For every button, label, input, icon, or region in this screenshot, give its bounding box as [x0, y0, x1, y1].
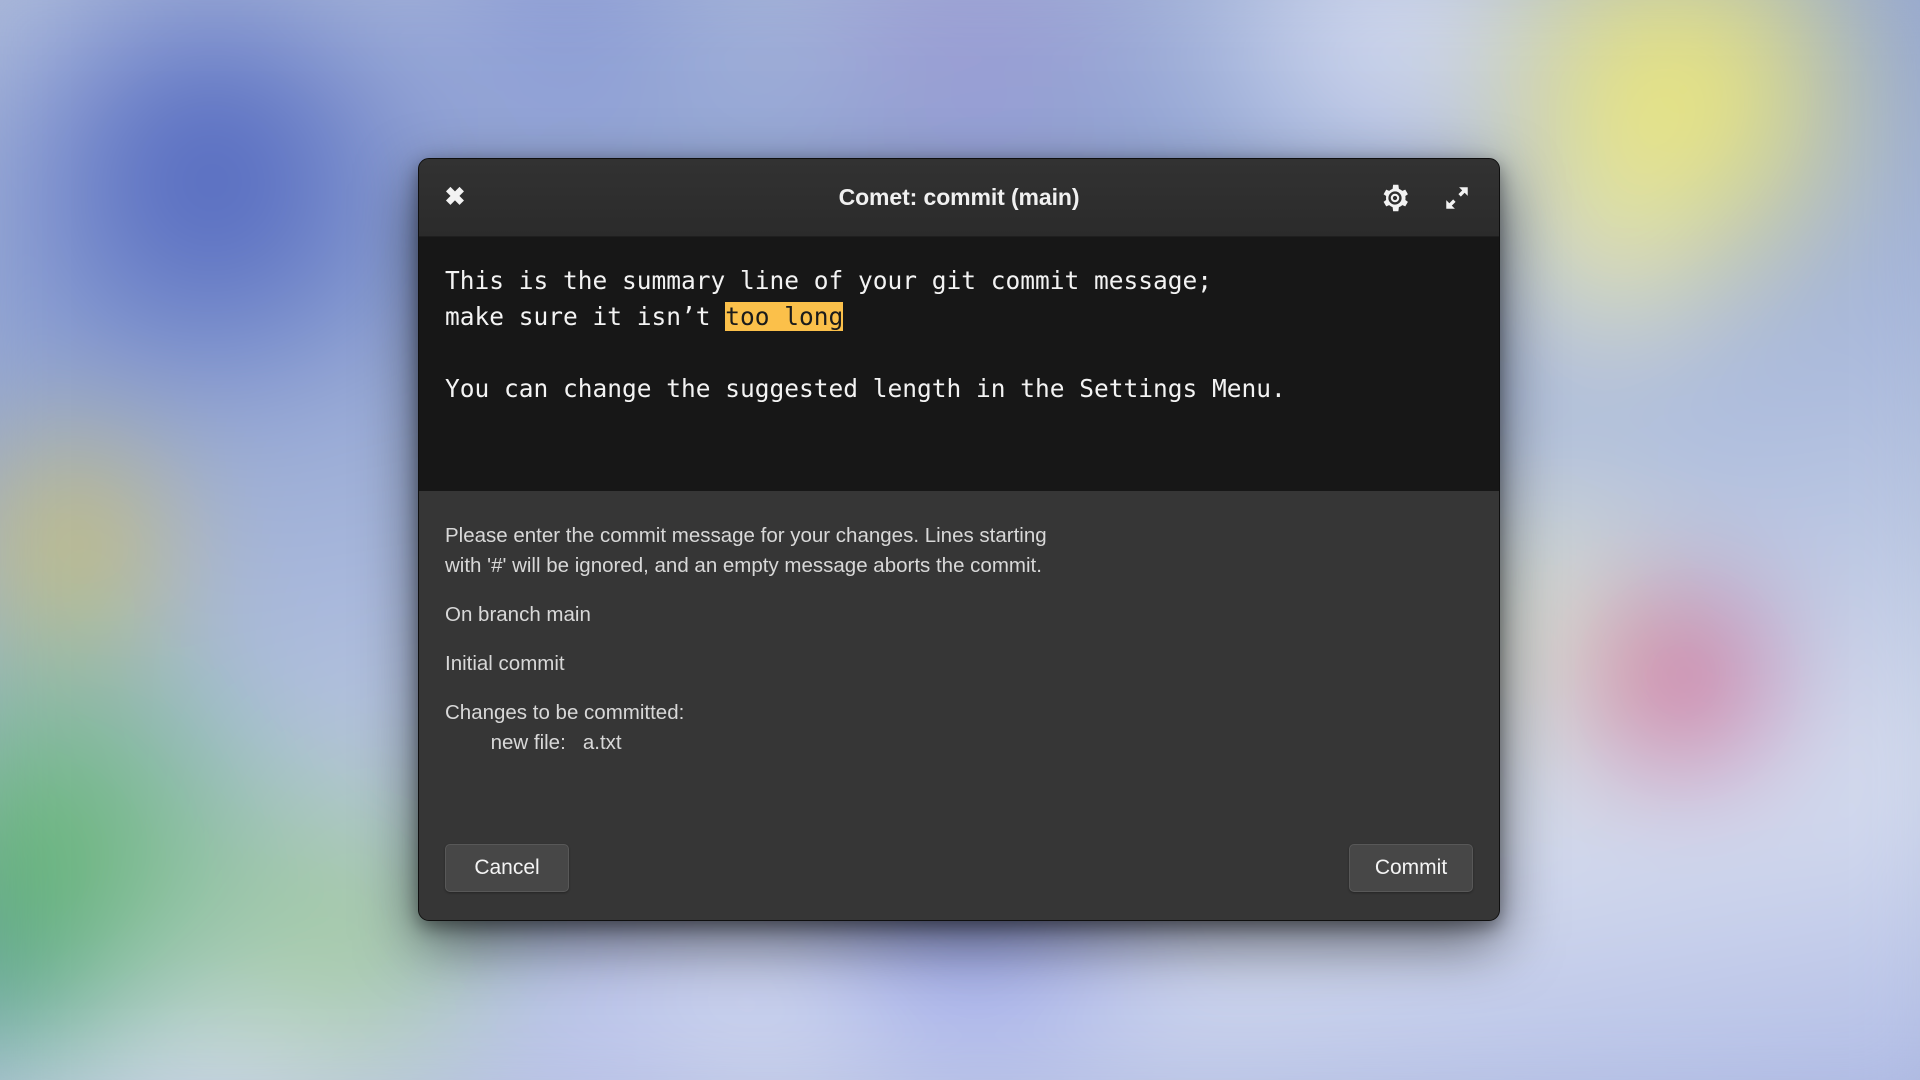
editor-body-text: You can change the suggested length in t… — [445, 374, 1286, 403]
close-x-icon: ✖ — [444, 183, 466, 211]
changes-header: Changes to be committed: — [445, 701, 685, 724]
window-title: Comet: commit (main) — [838, 184, 1080, 210]
expand-diagonal-arrows-icon — [1446, 186, 1468, 209]
commit-message-editor[interactable]: This is the summary line of your git com… — [419, 237, 1499, 491]
changed-file-entry: new file: a.txt — [445, 731, 622, 754]
settings-button[interactable] — [1373, 176, 1417, 220]
commit-button[interactable]: Commit — [1349, 844, 1473, 892]
commit-state: Initial commit — [445, 652, 565, 675]
gear-icon — [1383, 184, 1408, 211]
cancel-button[interactable]: Cancel — [445, 844, 569, 892]
close-button[interactable]: ✖ — [433, 176, 477, 220]
changes-to-be-committed: Changes to be committed: new file: a.txt — [445, 698, 1473, 758]
dialog-title-bar[interactable]: ✖ Comet: commit (main) — [419, 159, 1499, 237]
dialog-footer: Cancel Commit — [445, 844, 1473, 920]
too-long-highlight: too long — [725, 302, 844, 331]
titlebar-actions — [1373, 176, 1479, 220]
expand-button[interactable] — [1435, 176, 1479, 220]
commit-info-panel: Please enter the commit message for your… — [419, 491, 1499, 920]
branch-status: On branch main — [445, 603, 591, 626]
commit-dialog-window: ✖ Comet: commit (main) This is the summa… — [418, 158, 1500, 921]
commit-instructions: Please enter the commit message for your… — [445, 524, 1047, 577]
